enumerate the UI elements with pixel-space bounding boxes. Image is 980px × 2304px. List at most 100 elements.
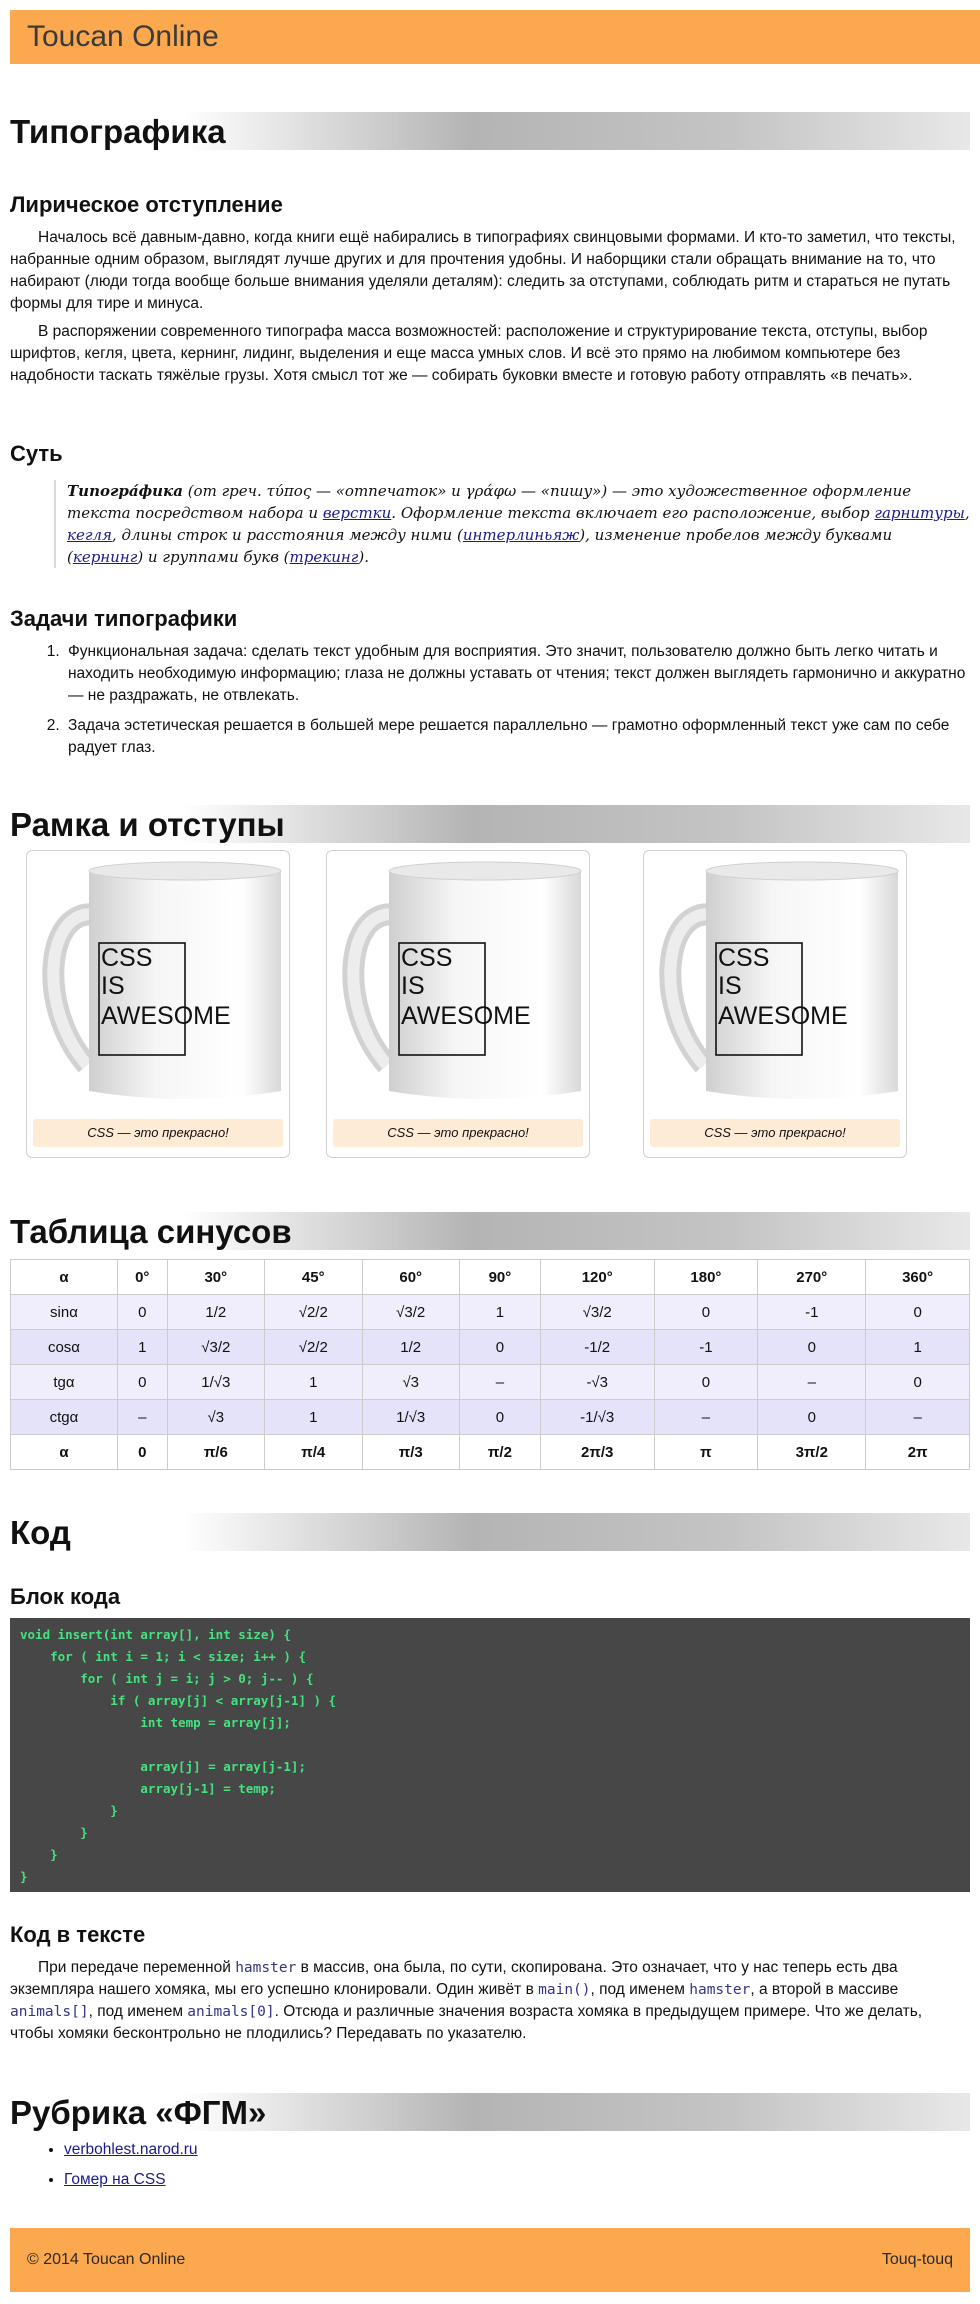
list-item: Задача эстетическая решается в большей м… [64,715,969,759]
table-cell: – [757,1364,867,1400]
table-cell: √3/2 [361,1294,460,1330]
code-block: void insert(int array[], int size) { for… [10,1618,970,1892]
section-heading-typography: Типографика [10,112,970,150]
table-header-cell: 270° [757,1259,867,1295]
table-cell: 0 [116,1364,168,1400]
table-header-cell: 120° [539,1259,655,1295]
table-cell: 1/√3 [361,1399,460,1435]
site-title[interactable]: Toucan Online [27,20,219,54]
rubric-links: verbohlest.narod.ru Гомер на CSS [10,2135,980,2195]
table-cell: 1 [264,1399,363,1435]
table-cell: – [116,1399,168,1435]
mug-text-line: AWESOME [718,1002,848,1030]
mug-text-line: IS [101,972,125,1000]
table-footer-cell: π/6 [166,1434,266,1470]
section-heading-code: Код [10,1513,970,1551]
table-cell: tgα [10,1364,118,1400]
footer-right-text: Touq-touq [881,2251,953,2268]
inline-code-paragraph: При передаче переменной hamster в массив… [10,1957,970,2045]
table-footer-cell: π [653,1434,759,1470]
table-header-cell: 60° [361,1259,460,1295]
mug-image [342,861,582,1099]
link-font-size[interactable]: кегля [67,526,112,544]
table-cell: 0 [653,1364,759,1400]
paragraph-text: При передаче переменной [38,1959,236,1976]
table-cell: cosα [10,1329,118,1365]
table-cell: 1 [116,1329,168,1365]
mug-gallery: CSS IS AWESOME CSS — это прекрасно! CSS IS AW… [10,850,970,1163]
essence-heading: Суть [10,441,63,466]
quote-term: Типогра́фика [67,482,183,500]
table-row: ctgα – √3 1 1/√3 0 -1/√3–0– [10,1399,970,1435]
tasks-list: Функциональная задача: сделать текст удо… [10,641,969,767]
table-header-row: α 0° 30° 45° 60° 90° 120° 180° 270° 360° [10,1259,970,1295]
lyric-heading: Лирическое отступление [10,192,283,217]
table-cell: -√3 [539,1364,655,1400]
table-cell: 0 [458,1329,541,1365]
table-cell: 1 [264,1364,363,1400]
table-cell: -1/√3 [539,1399,655,1435]
table-cell: 0 [458,1399,541,1435]
mug-image [659,861,899,1099]
list-item: verbohlest.narod.ru [64,2135,980,2165]
section-heading-rubric: Рубрика «ФГМ» [10,2093,970,2131]
quote-text: . Оформление текста включает его располо… [391,504,875,522]
table-header-cell: 360° [865,1259,970,1295]
quote-text: , [964,504,970,522]
quote-text: , длины строк и расстояния между ними ( [111,526,463,544]
table-header-cell: 90° [458,1259,541,1295]
footer-copyright: © 2014 Toucan Online [27,2251,186,2268]
mug-text-line: CSS [401,944,453,972]
quote-text: ). [358,548,369,566]
table-footer-cell: 2π/3 [539,1434,655,1470]
link-typeface[interactable]: гарнитуры [874,504,964,522]
lyric-paragraph-1: Началось всё давным-давно, когда книги е… [10,229,956,312]
mug-card: CSS IS AWESOME CSS — это прекрасно! [326,850,590,1158]
paragraph-text: , под именем [590,1981,690,1998]
table-cell: 0 [865,1294,970,1330]
table-cell: 1/√3 [166,1364,266,1400]
inline-code-heading: Код в тексте [10,1922,146,1947]
link-tracking[interactable]: трекинг [290,548,359,566]
mug-image [42,861,282,1099]
table-cell: – [653,1399,759,1435]
table-cell: ctgα [10,1399,118,1435]
table-cell: 1/2 [166,1294,266,1330]
mug-text-line: CSS [101,944,153,972]
table-cell: sinα [10,1294,118,1330]
table-footer-cell: π/4 [264,1434,363,1470]
table-cell: – [865,1399,970,1435]
table-footer-cell: π/3 [361,1434,460,1470]
table-cell: √2/2 [264,1329,363,1365]
table-cell: √3/2 [166,1329,266,1365]
table-footer-cell: α [10,1434,118,1470]
table-header-cell: 180° [653,1259,759,1295]
link-verbohlest[interactable]: verbohlest.narod.ru [64,2141,198,2158]
mug-text-line: IS [401,972,425,1000]
link-kerning[interactable]: кернинг [73,548,137,566]
lyric-paragraph-2: В распоряжении современного типографа ма… [10,323,928,384]
link-leading[interactable]: интерлиньяж [463,526,579,544]
table-cell: √3/2 [539,1294,655,1330]
table-cell: √2/2 [264,1294,363,1330]
mug-caption: CSS — это прекрасно! [333,1119,583,1147]
link-homer-css[interactable]: Гомер на CSS [64,2171,166,2188]
tasks-heading: Задачи типографики [10,606,238,631]
table-cell: 0 [757,1399,867,1435]
section-heading-frames: Рамка и отступы [10,805,970,843]
table-cell: 0 [116,1294,168,1330]
table-row: cosα 1 √3/2 √2/2 1/2 0 -1/2 -1 0 1 [10,1329,970,1365]
table-cell: – [458,1364,541,1400]
list-item: Гомер на CSS [64,2165,980,2195]
table-footer-cell: 2π [865,1434,970,1470]
link-layout[interactable]: верстки [323,504,391,522]
table-footer-cell: π/2 [458,1434,541,1470]
definition-quote: Типогра́фика (от греч. τύπος — «отпечато… [54,480,972,568]
mug-caption: CSS — это прекрасно! [33,1119,283,1147]
inline-code: hamster [689,1982,751,1998]
page: Toucan Online Типографика Лирическое отс… [10,10,980,2292]
table-cell: -1 [757,1294,867,1330]
site-header: Toucan Online [10,10,980,64]
table-row: tgα 0 1/√3 1 √3– -√3 0–0 [10,1364,970,1400]
table-header-cell: 45° [264,1259,363,1295]
